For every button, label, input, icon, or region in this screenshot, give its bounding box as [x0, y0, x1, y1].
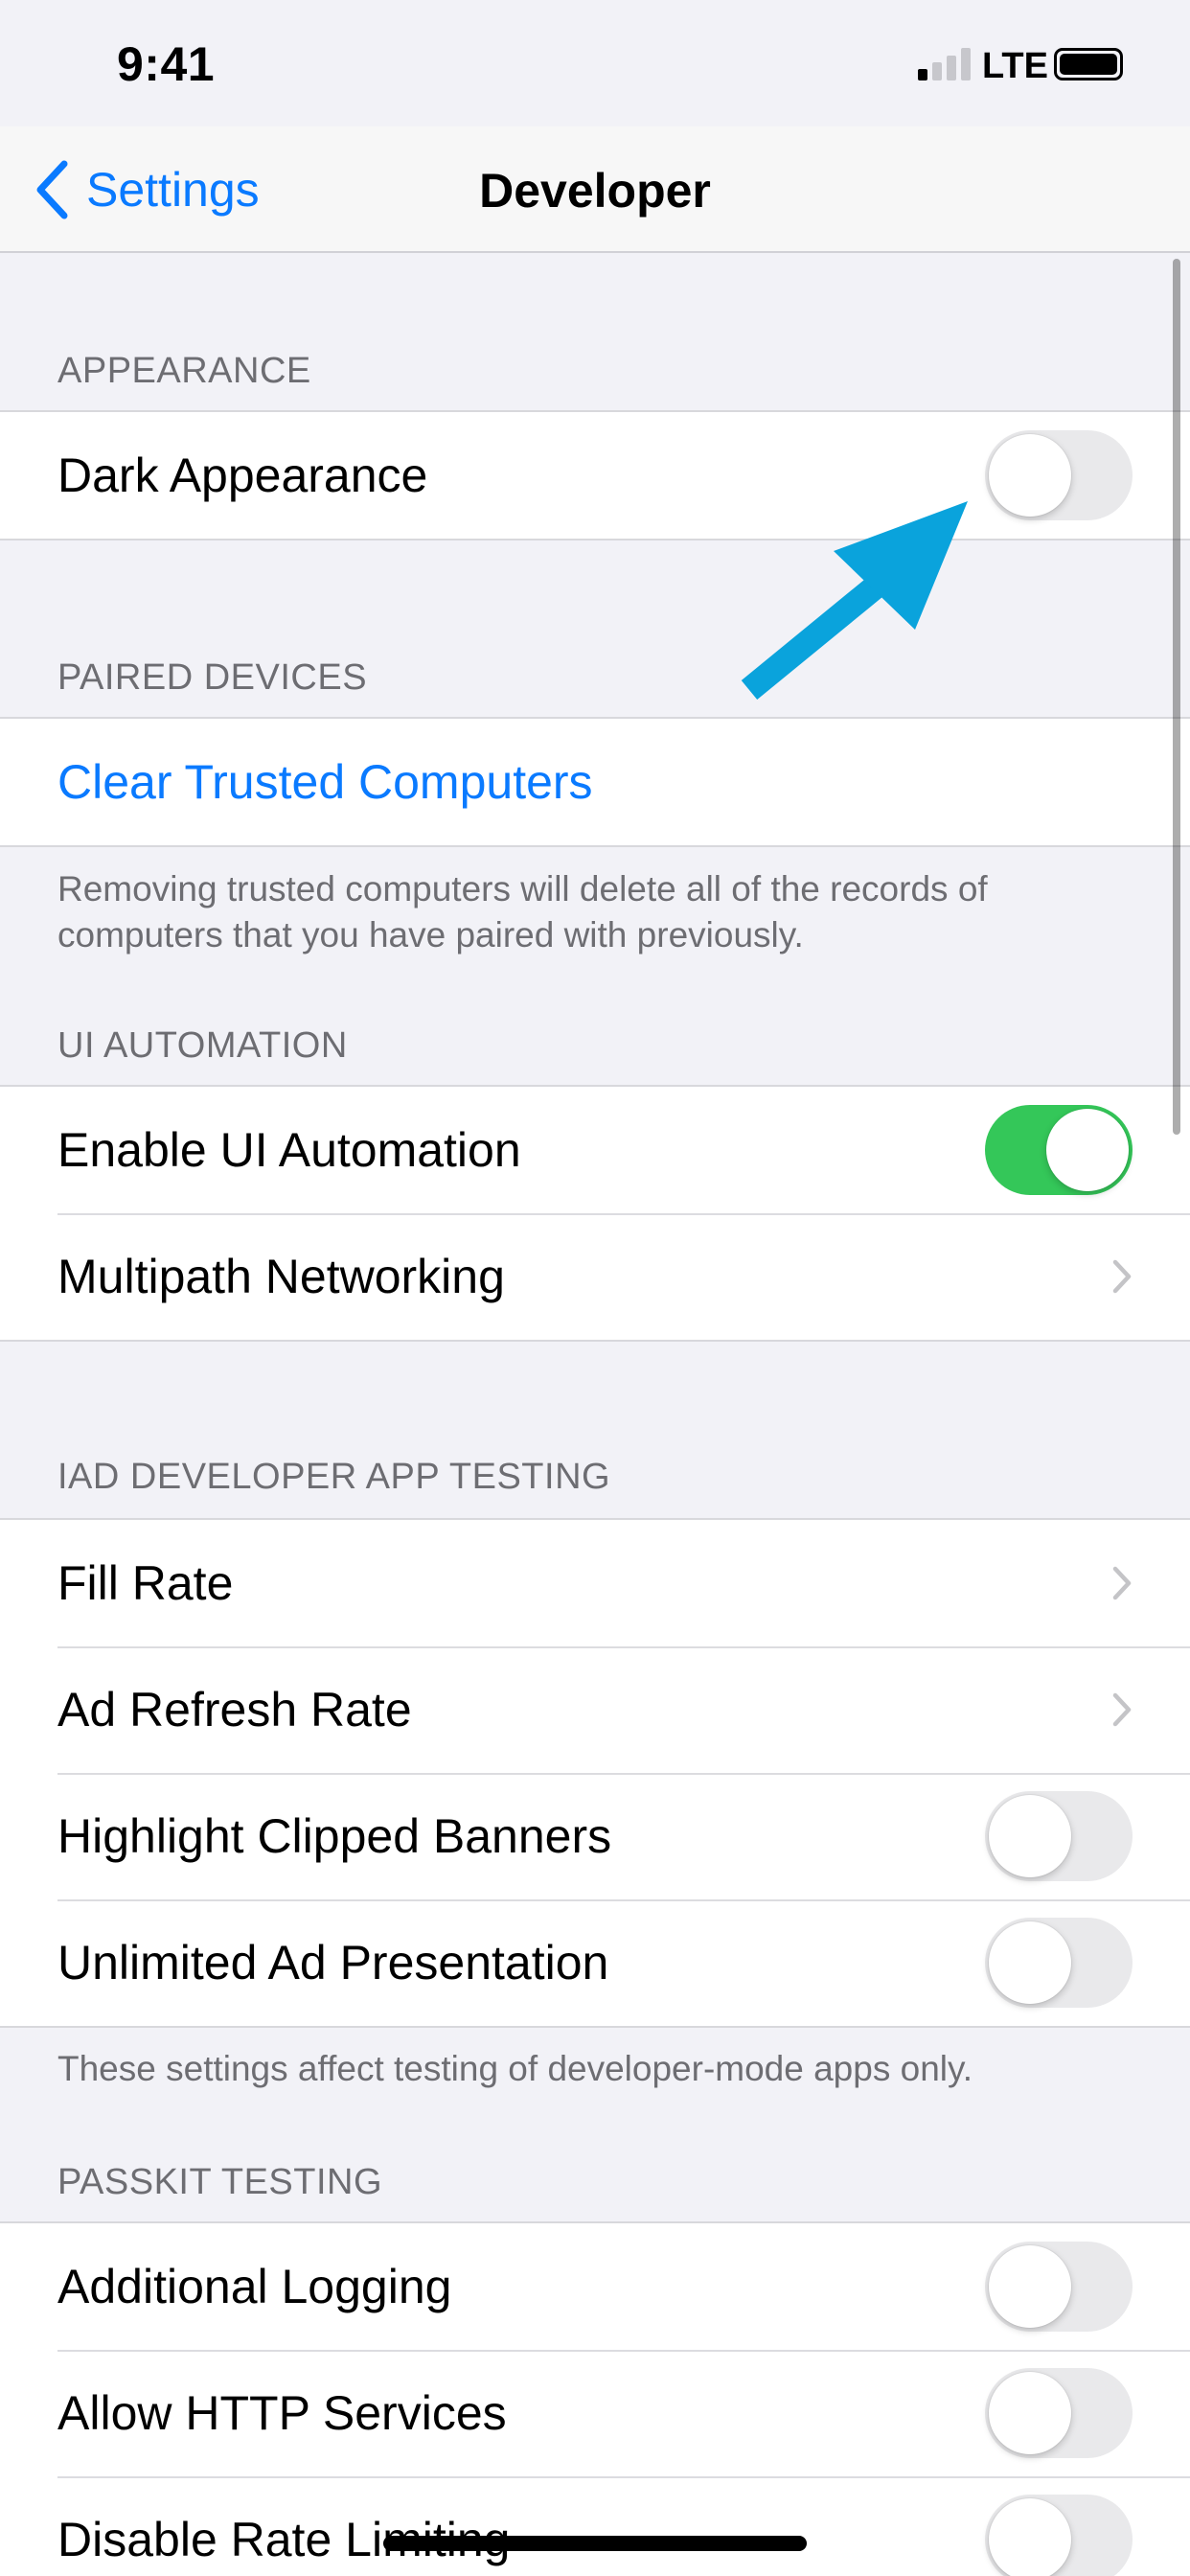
group-passkit-testing: Additional Logging Allow HTTP Services D… [0, 2221, 1190, 2576]
section-header-ui-automation: UI AUTOMATION [57, 1025, 348, 1066]
clear-trusted-computers-link[interactable]: Clear Trusted Computers [57, 754, 593, 810]
network-type: LTE [982, 46, 1048, 86]
highlight-clipped-banners-toggle[interactable] [985, 1791, 1133, 1881]
row-allow-http-services: Allow HTTP Services [0, 2350, 1190, 2476]
group-ui-automation: Enable UI Automation Multipath Networkin… [0, 1085, 1190, 1342]
unlimited-ad-presentation-toggle[interactable] [985, 1918, 1133, 2008]
additional-logging-label: Additional Logging [57, 2260, 452, 2313]
row-dark-appearance: Dark Appearance [0, 412, 1190, 539]
allow-http-services-toggle[interactable] [985, 2368, 1133, 2458]
page-title: Developer [479, 164, 711, 218]
highlight-clipped-banners-label: Highlight Clipped Banners [57, 1809, 612, 1863]
iad-testing-footer: These settings affect testing of develop… [57, 2049, 973, 2088]
chevron-right-icon [1112, 1566, 1132, 1600]
allow-http-services-label: Allow HTTP Services [57, 2386, 507, 2440]
dark-appearance-label: Dark Appearance [57, 448, 428, 502]
row-highlight-clipped-banners: Highlight Clipped Banners [0, 1773, 1190, 1899]
row-unlimited-ad-presentation: Unlimited Ad Presentation [0, 1899, 1190, 2026]
row-multipath-networking[interactable]: Multipath Networking [0, 1213, 1190, 1340]
status-bar: 9:41 LTE [0, 0, 1190, 126]
group-iad-testing: Fill Rate Ad Refresh Rate Highlight Clip… [0, 1518, 1190, 2028]
dark-appearance-toggle[interactable] [985, 430, 1133, 520]
scroll-indicator[interactable] [1173, 259, 1180, 1135]
ad-refresh-rate-label: Ad Refresh Rate [57, 1683, 412, 1736]
section-header-appearance: APPEARANCE [57, 351, 311, 391]
arrow-pointer-icon [741, 501, 968, 701]
navigation-bar: Settings Developer [0, 126, 1190, 253]
cellular-signal-icon [918, 48, 972, 80]
disable-rate-limiting-toggle[interactable] [985, 2495, 1133, 2576]
row-ad-refresh-rate[interactable]: Ad Refresh Rate [0, 1646, 1190, 1773]
chevron-right-icon [1112, 1259, 1132, 1294]
unlimited-ad-presentation-label: Unlimited Ad Presentation [57, 1936, 609, 1990]
section-header-passkit-testing: PASSKIT TESTING [57, 2162, 383, 2202]
row-disable-rate-limiting: Disable Rate Limiting [0, 2476, 1190, 2576]
row-fill-rate[interactable]: Fill Rate [0, 1520, 1190, 1646]
status-time: 9:41 [117, 37, 216, 91]
group-appearance: Dark Appearance [0, 410, 1190, 540]
fill-rate-label: Fill Rate [57, 1556, 234, 1610]
battery-nub [1054, 48, 1123, 80]
paired-devices-footer: Removing trusted computers will delete a… [57, 869, 988, 954]
group-paired-devices: Clear Trusted Computers [0, 717, 1190, 847]
section-header-iad-testing: IAD DEVELOPER APP TESTING [57, 1457, 611, 1497]
chevron-right-icon [1112, 1692, 1132, 1727]
developer-settings-screen: 9:41 LTE Settings Developer APPEARANCE D… [0, 0, 1190, 2576]
enable-ui-automation-label: Enable UI Automation [57, 1123, 521, 1177]
additional-logging-toggle[interactable] [985, 2242, 1133, 2332]
enable-ui-automation-toggle[interactable] [985, 1105, 1133, 1195]
multipath-networking-label: Multipath Networking [57, 1250, 505, 1303]
row-additional-logging: Additional Logging [0, 2223, 1190, 2350]
row-enable-ui-automation: Enable UI Automation [0, 1087, 1190, 1213]
row-clear-trusted-computers[interactable]: Clear Trusted Computers [0, 719, 1190, 845]
home-indicator[interactable] [383, 2536, 807, 2551]
section-header-paired-devices: PAIRED DEVICES [57, 657, 368, 698]
